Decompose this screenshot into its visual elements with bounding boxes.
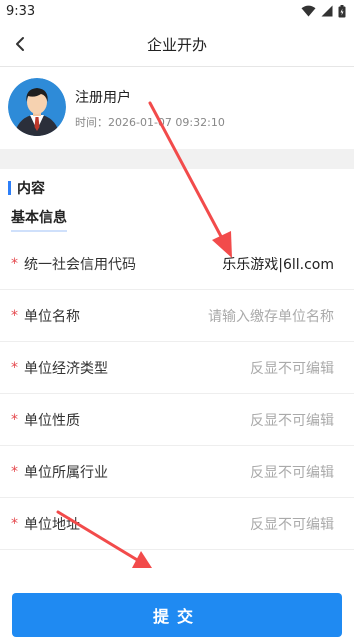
submit-button[interactable]: 提交	[12, 593, 342, 637]
sub-header: 基本信息	[0, 207, 354, 235]
row-label: 单位所属行业	[24, 464, 108, 481]
industry-value: 反显不可编辑	[250, 464, 334, 481]
page-title: 企业开办	[146, 35, 207, 54]
form-list: * 统一社会信用代码 乐乐游戏|6ll.com * 单位名称 请输入缴存单位名称 *…	[0, 238, 354, 550]
chevron-left-icon	[16, 37, 24, 51]
required-mark: *	[11, 359, 18, 376]
status-icons	[301, 4, 346, 18]
cellular-signal-icon	[321, 5, 333, 17]
credit-code-value[interactable]: 乐乐游戏|6ll.com	[222, 254, 334, 274]
status-time: 9:33	[6, 3, 36, 19]
section-gap	[0, 149, 354, 169]
status-bar: 9:33	[0, 0, 354, 22]
form-row-unit-name[interactable]: * 单位名称 请输入缴存单位名称	[0, 290, 354, 342]
user-time: 时间：2026-01-07 09:32:10	[75, 115, 225, 129]
form-row-unit-nature: * 单位性质 反显不可编辑	[0, 394, 354, 446]
row-label: 单位性质	[24, 412, 80, 429]
user-profile: 注册用户 时间：2026-01-07 09:32:10	[0, 67, 354, 147]
basic-info-title: 基本信息	[11, 207, 67, 232]
row-label: 单位经济类型	[24, 360, 108, 377]
wifi-icon	[301, 5, 316, 17]
section-accent-bar	[8, 181, 11, 195]
user-name: 注册用户	[75, 89, 131, 106]
form-row-address: * 单位地址 反显不可编辑	[0, 498, 354, 550]
row-label: 单位地址	[24, 516, 80, 533]
section-title: 内容	[17, 181, 45, 197]
avatar	[8, 78, 66, 136]
address-value: 反显不可编辑	[250, 516, 334, 533]
economic-type-value: 反显不可编辑	[250, 360, 334, 377]
required-mark: *	[11, 515, 18, 532]
unit-name-input[interactable]: 请输入缴存单位名称	[208, 306, 334, 326]
nav-bar: 企业开办	[0, 22, 354, 66]
battery-icon	[338, 4, 346, 17]
back-button[interactable]	[8, 30, 32, 58]
row-label: 单位名称	[24, 308, 80, 325]
form-row-economic-type: * 单位经济类型 反显不可编辑	[0, 342, 354, 394]
section-header: 内容	[0, 169, 354, 207]
unit-nature-value: 反显不可编辑	[250, 412, 334, 429]
required-mark: *	[11, 307, 18, 324]
row-label: 统一社会信用代码	[24, 256, 136, 273]
required-mark: *	[11, 411, 18, 428]
required-mark: *	[11, 463, 18, 480]
form-row-industry: * 单位所属行业 反显不可编辑	[0, 446, 354, 498]
footer: 提交	[0, 569, 354, 639]
form-row-credit-code[interactable]: * 统一社会信用代码 乐乐游戏|6ll.com	[0, 238, 354, 290]
required-mark: *	[11, 255, 18, 272]
annotation-arrowhead-bottom	[132, 551, 152, 568]
user-avatar-icon	[8, 78, 66, 136]
